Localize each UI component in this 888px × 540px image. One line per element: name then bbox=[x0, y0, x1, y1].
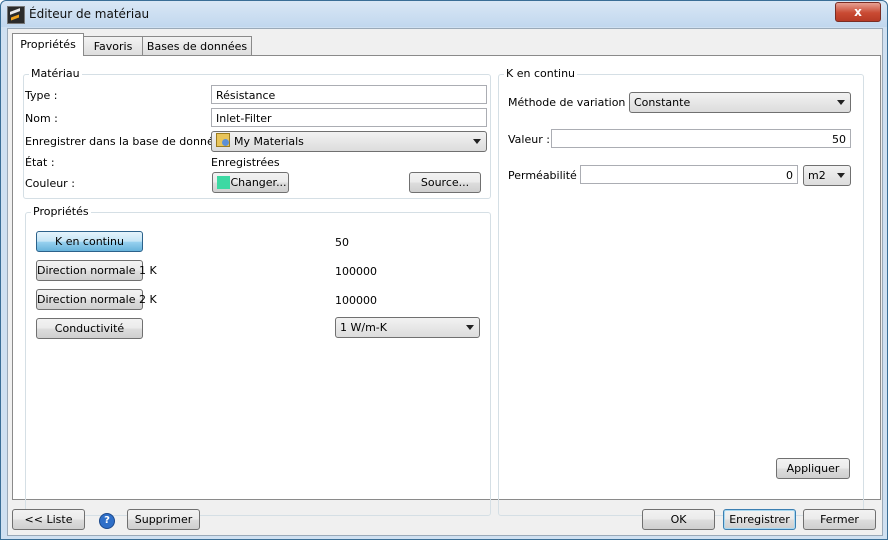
etat-label: État : bbox=[25, 156, 55, 169]
database-select[interactable]: My Materials bbox=[211, 131, 487, 152]
k-en-continu-group-title: K en continu bbox=[504, 67, 578, 80]
direction-normale-2k-value: 100000 bbox=[335, 294, 377, 307]
help-icon[interactable]: ? bbox=[99, 513, 115, 529]
permeabilite-unit-select[interactable]: m2 bbox=[803, 165, 851, 186]
methode-select[interactable]: Constante bbox=[629, 92, 851, 113]
ok-button[interactable]: OK bbox=[642, 509, 715, 530]
methode-select-value: Constante bbox=[634, 96, 691, 109]
conductivite-button[interactable]: Conductivité bbox=[36, 318, 143, 339]
permeabilite-unit-value: m2 bbox=[808, 169, 826, 182]
couleur-label: Couleur : bbox=[25, 177, 75, 190]
material-editor-window: Éditeur de matériau x Propriétés Favoris… bbox=[0, 0, 888, 540]
chevron-down-icon bbox=[837, 100, 845, 105]
k-en-continu-value: 50 bbox=[335, 236, 349, 249]
liste-button[interactable]: << Liste bbox=[12, 509, 85, 530]
permeabilite-label: Perméabilité : bbox=[508, 169, 584, 182]
window-title: Éditeur de matériau bbox=[29, 7, 150, 21]
database-select-value: My Materials bbox=[234, 135, 304, 148]
k-en-continu-button[interactable]: K en continu bbox=[36, 231, 143, 252]
type-label: Type : bbox=[25, 89, 58, 102]
direction-normale-1k-button[interactable]: Direction normale 1 K bbox=[36, 260, 157, 281]
tab-bases-de-donnees[interactable]: Bases de données bbox=[142, 36, 252, 56]
chevron-down-icon bbox=[473, 139, 481, 144]
proprietes-group-title: Propriétés bbox=[31, 205, 91, 218]
app-icon bbox=[7, 6, 25, 24]
direction-normale-2k-button[interactable]: Direction normale 2 K bbox=[36, 289, 157, 310]
methode-label: Méthode de variation : bbox=[508, 96, 633, 109]
dialog-client-area: Propriétés Favoris Bases de données Maté… bbox=[7, 28, 883, 536]
materiau-group-title: Matériau bbox=[29, 67, 82, 80]
title-bar[interactable]: Éditeur de matériau x bbox=[1, 1, 887, 27]
valeur-label: Valeur : bbox=[508, 133, 550, 146]
color-swatch bbox=[217, 176, 230, 189]
proprietes-group: Propriétés bbox=[25, 205, 491, 516]
nom-field[interactable]: Inlet-Filter bbox=[211, 108, 487, 127]
source-button[interactable]: Source... bbox=[409, 172, 481, 193]
change-color-button[interactable]: Changer... bbox=[212, 172, 289, 193]
nom-label: Nom : bbox=[25, 112, 58, 125]
close-button[interactable]: x bbox=[835, 2, 881, 22]
database-icon bbox=[216, 133, 230, 147]
enregistrer-button[interactable]: Enregistrer bbox=[723, 509, 796, 530]
valeur-field[interactable]: 50 bbox=[551, 129, 851, 148]
tab-proprietes[interactable]: Propriétés bbox=[12, 33, 84, 56]
appliquer-button[interactable]: Appliquer bbox=[776, 458, 850, 479]
direction-normale-1k-value: 100000 bbox=[335, 265, 377, 278]
tab-content-panel: Matériau Type : Résistance Nom : Inlet-F… bbox=[12, 55, 881, 516]
tab-favoris[interactable]: Favoris bbox=[83, 36, 143, 56]
conductivite-unit-value: 1 W/m-K bbox=[340, 321, 387, 334]
chevron-down-icon bbox=[837, 173, 845, 178]
supprimer-button[interactable]: Supprimer bbox=[127, 509, 200, 530]
etat-value: Enregistrées bbox=[211, 156, 280, 169]
fermer-button[interactable]: Fermer bbox=[803, 509, 876, 530]
enregistrer-db-label: Enregistrer dans la base de données : bbox=[25, 135, 234, 148]
permeabilite-field[interactable]: 0 bbox=[580, 165, 798, 184]
type-field[interactable]: Résistance bbox=[211, 85, 487, 104]
chevron-down-icon bbox=[466, 325, 474, 330]
conductivite-unit-select[interactable]: 1 W/m-K bbox=[335, 317, 480, 338]
change-color-label: Changer... bbox=[230, 176, 287, 189]
